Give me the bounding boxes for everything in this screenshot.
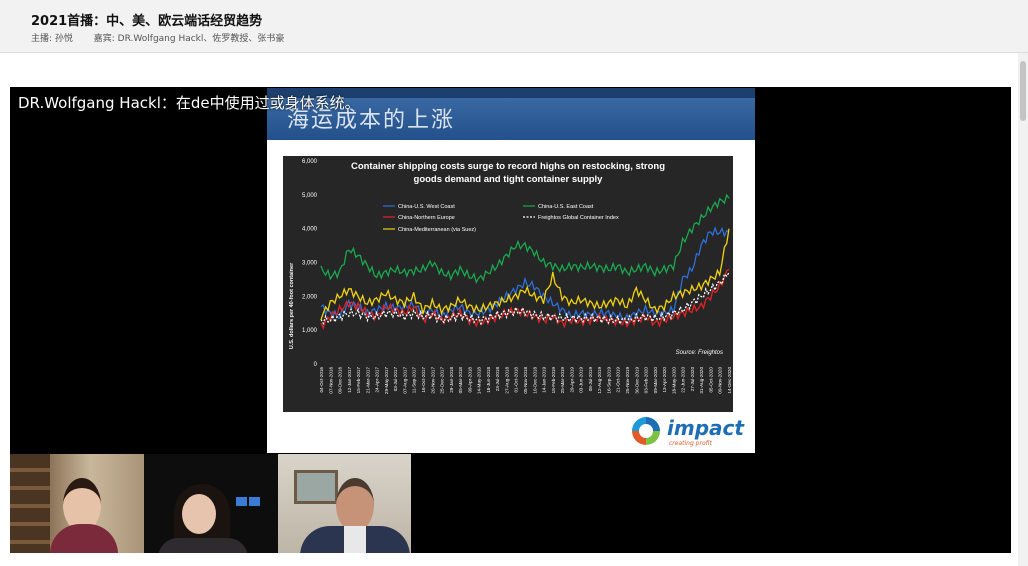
host-label: 主播: 孙悦 (31, 34, 73, 44)
screen-share-icon (249, 497, 260, 506)
x-tick-label: 16-Sep-2019 (606, 367, 611, 394)
impact-logo: impact creating profit (629, 414, 747, 448)
x-tick-label: 10-Dec-2018 (532, 367, 537, 394)
x-tick-label: 23-Jul-2018 (495, 367, 500, 392)
screen-share-icon (236, 497, 247, 506)
y-tick-label: 6,000 (302, 159, 318, 165)
x-tick-label: 29-Apr-2019 (569, 367, 574, 393)
x-tick-label: 05-Nov-2018 (523, 367, 528, 394)
participant-2-head (182, 494, 216, 534)
page-scrollbar[interactable] (1018, 53, 1028, 566)
x-tick-label: 18-May-2020 (671, 367, 676, 395)
x-tick-label: 07-Aug-2017 (402, 367, 407, 394)
x-tick-label: 25-Nov-2019 (625, 367, 630, 394)
wall-painting (294, 470, 338, 504)
x-tick-label: 09-Dec-2016 (338, 367, 343, 394)
x-tick-label: 03-Feb-2020 (644, 367, 649, 394)
x-tick-label: 03-Jun-2019 (579, 367, 584, 393)
x-tick-label: 21-Mar-2017 (365, 367, 370, 394)
y-tick-label: 1,000 (302, 328, 318, 334)
x-tick-label: 29-May-2017 (384, 367, 389, 395)
y-tick-label: 3,000 (302, 261, 318, 267)
x-tick-label: 16-Oct-2017 (421, 367, 426, 393)
legend-label: Freightos Global Container Index (538, 215, 619, 221)
chart-svg: Container shipping costs surge to record… (289, 159, 732, 395)
session-header: 2021首播：中、美、欧云端话经贸趋势 主播: 孙悦 嘉宾: DR.Wolfga… (0, 0, 1028, 53)
chart-source: Source: Freightos (676, 350, 723, 356)
x-tick-label: 12-Aug-2019 (597, 367, 602, 394)
x-tick-label: 25-Dec-2017 (440, 367, 445, 394)
participant-3-shirt (344, 526, 366, 553)
impact-logo-text: impact (667, 416, 744, 440)
x-tick-label: 22-Jun-2020 (681, 367, 686, 393)
series-line (320, 193, 730, 285)
impact-logo-icon (632, 417, 660, 445)
x-tick-label: 09-Apr-2018 (467, 367, 472, 393)
legend-label: China-U.S. West Coast (398, 204, 455, 210)
participant-video-1[interactable] (10, 454, 144, 553)
x-tick-label: 11-Sep-2017 (412, 367, 417, 394)
x-tick-label: 18-Jun-2018 (486, 367, 491, 393)
shipping-cost-chart: Container shipping costs surge to record… (283, 156, 733, 412)
legend-label: China-Northern Europe (398, 215, 455, 221)
x-tick-label: 29-Jan-2018 (449, 367, 454, 393)
video-caption: DR.Wolfgang Hackl：在de中使用过或身体系统。 (18, 94, 360, 112)
y-tick-label: 2,000 (302, 294, 318, 300)
x-tick-label: 09-Mar-2020 (653, 367, 658, 394)
chart-title-line2: goods demand and tight container supply (414, 174, 604, 185)
legend-label: China-Mediterranean (via Suez) (398, 227, 476, 233)
x-tick-label: 18-Feb-2019 (551, 367, 556, 394)
participant-video-3[interactable] (278, 454, 411, 553)
participant-3-head (336, 478, 374, 532)
x-tick-label: 30-Dec-2019 (634, 367, 639, 394)
x-tick-label: 07-Nov-2016 (328, 367, 333, 394)
x-tick-label: 01-Oct-2018 (514, 367, 519, 393)
scrollbar-thumb[interactable] (1020, 61, 1026, 121)
x-tick-label: 14-May-2018 (477, 367, 482, 395)
x-tick-label: 24-Apr-2017 (375, 367, 380, 393)
x-tick-label: 14-Jan-2019 (542, 367, 547, 393)
shared-screen-indicators (236, 491, 262, 510)
x-tick-label: 31-Aug-2020 (699, 367, 704, 394)
impact-logo-subtitle: creating profit (669, 440, 712, 447)
guests-label: 嘉宾: DR.Wolfgang Hackl、佐罗教授、张书豪 (93, 34, 285, 44)
x-tick-label: 27-Jul-2020 (690, 367, 695, 392)
participant-2-body (158, 538, 248, 553)
x-tick-label: 25-Mar-2019 (560, 367, 565, 394)
session-credits: 主播: 孙悦 嘉宾: DR.Wolfgang Hackl、佐罗教授、张书豪 (31, 31, 302, 44)
x-tick-label: 08-Jul-2019 (588, 367, 593, 392)
x-tick-label: 20-Nov-2017 (430, 367, 435, 394)
y-tick-label: 0 (314, 362, 318, 368)
x-tick-label: 09-Nov-2020 (718, 367, 723, 394)
y-tick-label: 5,000 (302, 193, 318, 199)
bookshelf (10, 454, 50, 553)
presentation-slide: 海运成本的上涨 Container shipping costs surge t… (267, 88, 755, 453)
participant-1-body (50, 524, 118, 553)
x-tick-label: 13-Apr-2020 (662, 367, 667, 393)
y-axis-label: U.S. dollars per 40-foot container (289, 262, 295, 349)
x-tick-label: 27-Aug-2018 (504, 367, 509, 394)
y-tick-label: 4,000 (302, 227, 318, 233)
session-title: 2021首播：中、美、欧云端话经贸趋势 (31, 14, 263, 29)
x-tick-label: 05-Mar-2018 (458, 367, 463, 394)
x-tick-label: 05-Oct-2020 (708, 367, 713, 393)
x-tick-label: 14-Dec-2020 (727, 367, 732, 394)
x-tick-label: 21-Oct-2019 (616, 367, 621, 393)
x-tick-label: 12-Jan-2017 (347, 367, 352, 393)
legend-label: China-U.S. East Coast (538, 204, 594, 210)
x-tick-label: 15-Feb-2017 (356, 367, 361, 394)
x-tick-label: 03-Jul-2017 (393, 367, 398, 392)
x-tick-label: 04-Oct-2016 (319, 367, 324, 393)
chart-title-line1: Container shipping costs surge to record… (351, 161, 665, 172)
